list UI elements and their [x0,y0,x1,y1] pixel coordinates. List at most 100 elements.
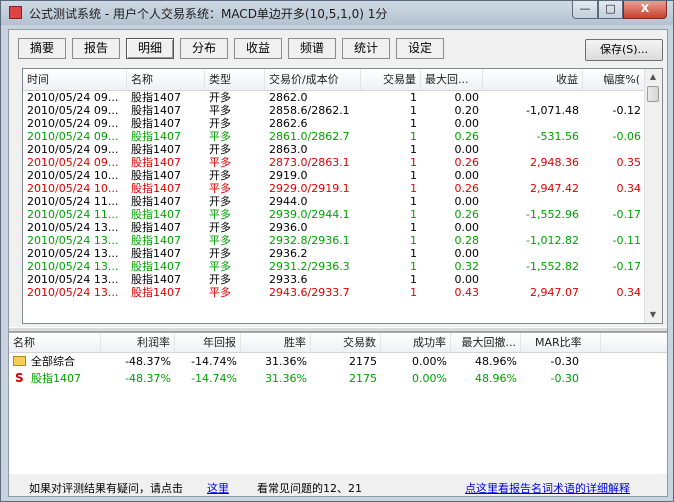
table-row[interactable]: 2010/05/24 13... 股指1407 开多 2936.2 1 0.00 [23,247,645,260]
cell-volume: 1 [410,169,417,182]
cell-type: 平多 [209,234,231,247]
tab-spectrum[interactable]: 频谱 [288,38,336,59]
col-price[interactable]: 交易价/成本价 [265,69,361,90]
cell-volume: 1 [410,273,417,286]
scroll-down-icon[interactable]: ▼ [646,307,660,322]
table-row[interactable]: 2010/05/24 09... 股指1407 平多 2873.0/2863.1 1 0.… [23,156,645,169]
col-profit[interactable]: 收益 [483,69,583,90]
table-row[interactable]: 2010/05/24 13... 股指1407 平多 2943.6/2933.7 1 0.… [23,286,645,299]
cell-profit: 2,947.07 [530,286,579,299]
trade-details-table[interactable]: 时间 名称 类型 交易价/成本价 交易量 最大回... 收益 幅度%( 2010… [22,68,663,324]
cell-time: 2010/05/24 09... [27,91,119,104]
table-row[interactable]: 2010/05/24 09... 股指1407 开多 2862.6 1 0.00 [23,117,645,130]
table-row[interactable]: 2010/05/24 10... 股指1407 开多 2919.0 1 0.00 [23,169,645,182]
col-sum-name[interactable]: 名称 [9,333,101,352]
col-mar-ratio[interactable]: MAR比率 [521,333,601,352]
cell-type: 平多 [209,156,231,169]
col-annual-return[interactable]: 年回报 [175,333,241,352]
cell-price: 2933.6 [269,273,308,286]
summary-table[interactable]: 名称 利润率 年回报 胜率 交易数 成功率 最大回撤... MAR比率 全部综合… [9,332,667,474]
table-row[interactable]: 2010/05/24 13... 股指1407 开多 2936.0 1 0.00 [23,221,645,234]
cell-max-drawdown: 0.00 [454,143,480,156]
status-bar: 如果对评测结果有疑问，请点击 这里 看常见问题的12、21 点这里看报告名词术语… [9,476,667,496]
cell-price: 2862.6 [269,117,308,130]
cell-percent: -0.06 [612,130,641,143]
scroll-thumb[interactable] [647,86,659,102]
close-button[interactable]: X [623,1,667,19]
table-row[interactable]: 2010/05/24 13... 股指1407 开多 2933.6 1 0.00 [23,273,645,286]
cell-sum-name: 全部综合 [31,355,75,368]
table-row[interactable]: 2010/05/24 13... 股指1407 平多 2931.2/2936.3 1 0.… [23,260,645,273]
title-bar[interactable]: 公式测试系统 - 用户个人交易系统：MACD单边开多(10,5,1,0) 1分 … [1,1,673,25]
table-row[interactable]: 2010/05/24 13... 股指1407 平多 2932.8/2936.1 1 0.… [23,234,645,247]
col-max-drawdown[interactable]: 最大回... [421,69,483,90]
col-profit-rate[interactable]: 利润率 [101,333,175,352]
col-trade-count[interactable]: 交易数 [311,333,381,352]
cell-time: 2010/05/24 09... [27,104,119,117]
cell-max-drawdown: 0.00 [454,169,480,182]
tab-statistics[interactable]: 统计 [342,38,390,59]
cell-name: 股指1407 [131,104,181,117]
cell-profit: -1,012.82 [526,234,579,247]
faq-link[interactable]: 这里 [207,480,229,496]
col-type[interactable]: 类型 [205,69,265,90]
cell-percent [583,91,645,104]
cell-max-dd: 48.96% [475,372,517,385]
table-row[interactable]: 2010/05/24 09... 股指1407 开多 2863.0 1 0.00 [23,143,645,156]
cell-type: 开多 [209,221,231,234]
tab-report[interactable]: 报告 [72,38,120,59]
tab-details[interactable]: 明细 [126,38,174,59]
cell-name: 股指1407 [131,247,181,260]
table-row[interactable]: 2010/05/24 09... 股指1407 平多 2858.6/2862.1 1 0.… [23,104,645,117]
col-name[interactable]: 名称 [127,69,205,90]
cell-profit [483,221,583,234]
col-percent[interactable]: 幅度%( [583,69,645,90]
cell-time: 2010/05/24 13... [27,247,119,260]
maximize-button[interactable]: □ [598,1,623,19]
save-button[interactable]: 保存(S)... [585,39,663,61]
cell-max-drawdown: 0.20 [454,104,480,117]
col-max-dd[interactable]: 最大回撤... [451,333,521,352]
cell-time: 2010/05/24 10... [27,182,119,195]
tab-settings[interactable]: 设定 [396,38,444,59]
tab-distribution[interactable]: 分布 [180,38,228,59]
table-row[interactable]: 2010/05/24 11... 股指1407 开多 2944.0 1 0.00 [23,195,645,208]
cell-mar-ratio: -0.30 [550,372,579,385]
cell-name: 股指1407 [131,117,181,130]
cell-time: 2010/05/24 11... [27,208,119,221]
cell-percent [583,273,645,286]
cell-profit-rate: -48.37% [125,372,171,385]
cell-type: 平多 [209,260,231,273]
cell-type: 平多 [209,208,231,221]
col-volume[interactable]: 交易量 [361,69,421,90]
cell-percent [583,247,645,260]
summary-row[interactable]: S 股指1407 -48.37% -14.74% 31.36% 2175 0.00% 48.9… [9,370,667,387]
cell-name: 股指1407 [131,195,181,208]
tab-summary[interactable]: 摘要 [18,38,66,59]
col-success-rate[interactable]: 成功率 [381,333,451,352]
cell-max-drawdown: 0.00 [454,195,480,208]
status-suffix: 看常见问题的12、21 [257,482,362,495]
table-row[interactable]: 2010/05/24 10... 股指1407 平多 2929.0/2919.1 1 0.… [23,182,645,195]
table-row[interactable]: 2010/05/24 09... 股指1407 平多 2861.0/2862.7 1 0.… [23,130,645,143]
col-time[interactable]: 时间 [23,69,127,90]
minimize-button[interactable]: — [572,1,598,19]
col-win-rate[interactable]: 胜率 [241,333,311,352]
cell-price: 2931.2/2936.3 [269,260,350,273]
table-row[interactable]: 2010/05/24 11... 股指1407 平多 2939.0/2944.1 1 0.… [23,208,645,221]
cell-percent: -0.11 [612,234,641,247]
scroll-up-icon[interactable]: ▲ [646,69,660,84]
cell-name: 股指1407 [131,234,181,247]
table-row[interactable]: 2010/05/24 09... 股指1407 开多 2862.0 1 0.00 [23,91,645,104]
summary-row[interactable]: 全部综合 -48.37% -14.74% 31.36% 2175 0.00% 48.96% -… [9,353,667,370]
folder-icon [13,356,26,366]
cell-win-rate: 31.36% [265,372,307,385]
cell-max-drawdown: 0.26 [454,208,480,221]
cell-type: 平多 [209,130,231,143]
tab-returns[interactable]: 收益 [234,38,282,59]
vertical-scrollbar[interactable]: ▲ ▼ [644,69,662,323]
cell-volume: 1 [410,260,417,273]
glossary-link[interactable]: 点这里看报告名词术语的详细解释 [465,480,630,496]
cell-volume: 1 [410,104,417,117]
cell-volume: 1 [410,156,417,169]
